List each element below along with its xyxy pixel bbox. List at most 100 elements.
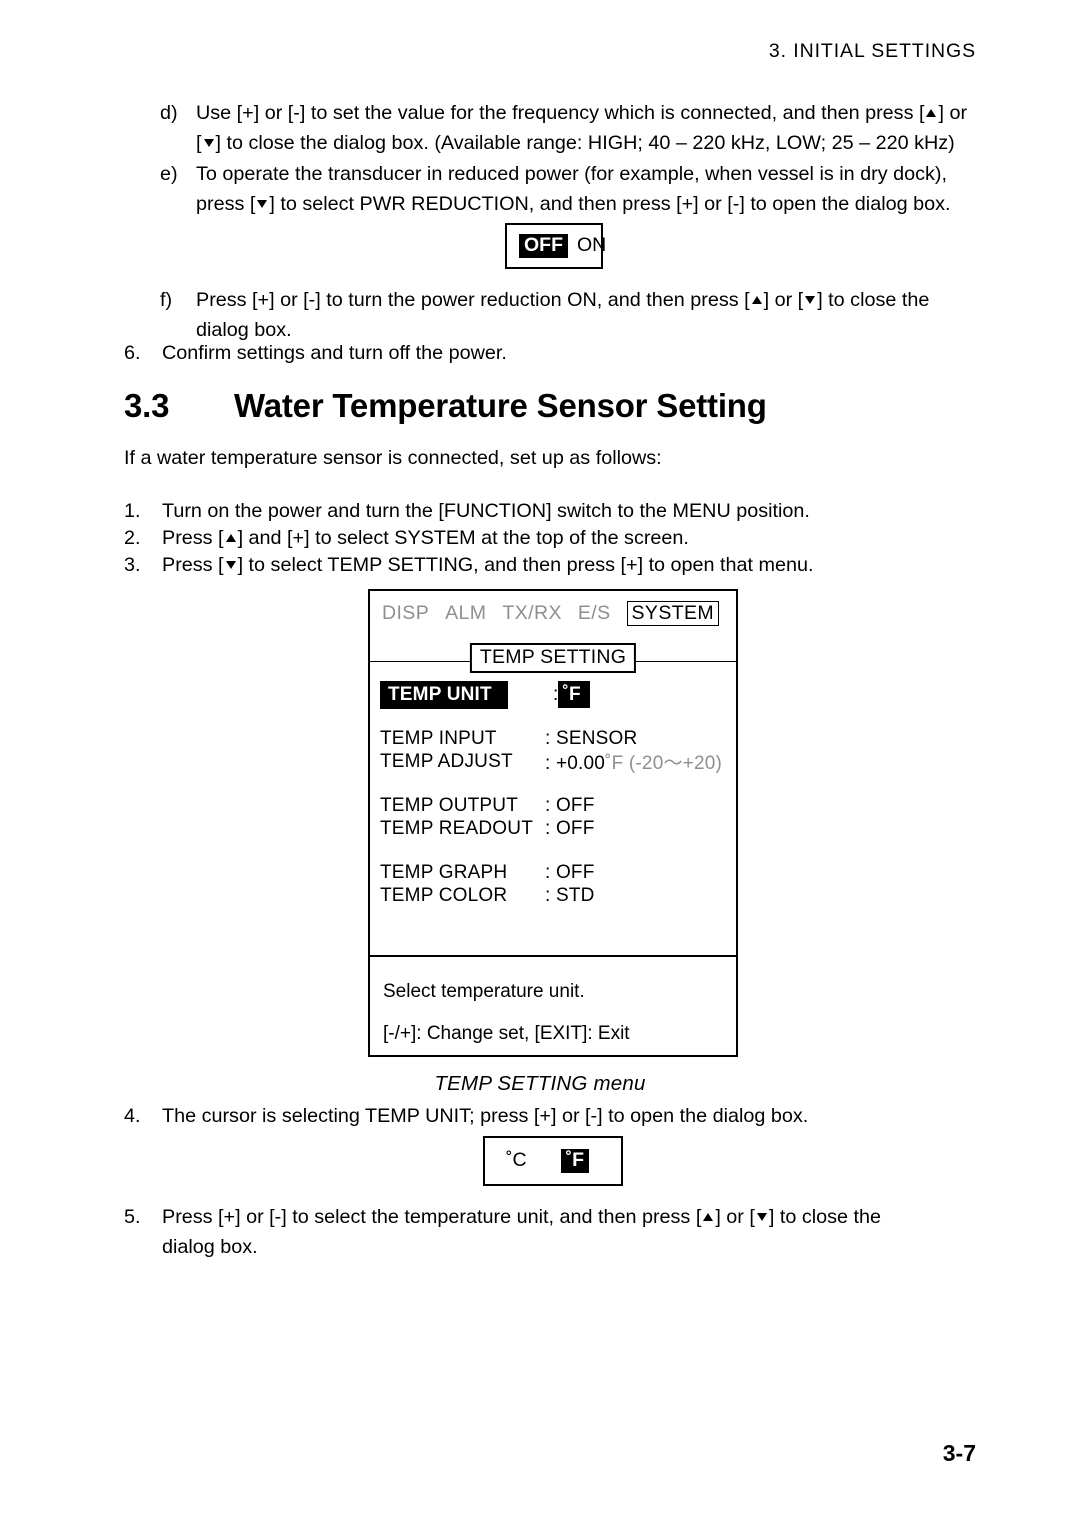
step-e-line2-a: press [	[196, 193, 256, 215]
down-arrow-key-icon	[224, 550, 238, 580]
procedure-step-2-body: Press [ ] and [+] to select SYSTEM at the…	[162, 523, 984, 553]
step-f: f) Press [+] or [-] to turn the power re…	[160, 285, 980, 345]
step-d-marker: d)	[160, 102, 178, 124]
procedure-step-4-marker: 4.	[124, 1105, 141, 1127]
procedure-step-3-marker: 3.	[124, 554, 141, 576]
up-arrow-key-icon	[701, 1202, 715, 1232]
menu-row-temp-readout-label: TEMP READOUT	[380, 817, 534, 839]
step-6-marker: 6.	[124, 342, 141, 364]
menu-row-temp-readout[interactable]: TEMP READOUT : OFF	[380, 817, 730, 840]
step-e-line2-b: ] to select PWR REDUCTION, and then pres…	[269, 193, 951, 215]
page-number: 3-7	[942, 1440, 976, 1466]
procedure-step-1-marker: 1.	[124, 500, 141, 522]
procedure-step-5-text-c: ] to close the	[768, 1206, 882, 1228]
down-arrow-key-icon	[255, 189, 269, 219]
procedure-step-5-line2: dialog box.	[162, 1236, 258, 1258]
procedure-step-3-body: Press [ ] to select TEMP SETTING, and the…	[162, 550, 984, 580]
menu-row-temp-adjust-label: TEMP ADJUST	[380, 750, 513, 772]
step-d: d) Use [+] or [-] to set the value for t…	[160, 98, 980, 158]
procedure-step-1: 1. Turn on the power and turn the [FUNCT…	[124, 496, 984, 526]
menu-row-temp-adjust-value-range: (-20～+20)	[628, 753, 723, 774]
menu-row-temp-output-value: : OFF	[545, 794, 595, 816]
menu-help-area: Select temperature unit. [-/+]: Change s…	[383, 971, 630, 1055]
step-d-body: Use [+] or [-] to set the value for the …	[196, 98, 980, 158]
step-f-line1-a: Press [+] or [-] to turn the power reduc…	[196, 289, 750, 311]
up-arrow-key-icon	[924, 98, 938, 128]
temp-unit-option-celsius[interactable]: ˚C	[506, 1151, 527, 1171]
step-f-marker: f)	[160, 289, 173, 311]
procedure-step-5-marker: 5.	[124, 1206, 141, 1228]
procedure-step-4: 4. The cursor is selecting TEMP UNIT; pr…	[124, 1101, 984, 1131]
menu-row-temp-adjust[interactable]: TEMP ADJUST : +0.00˚F (-20～+20)	[380, 748, 730, 775]
pwr-reduction-option-on[interactable]: ON	[577, 236, 606, 256]
up-arrow-key-icon	[224, 523, 238, 553]
procedure-step-2-text-a: Press [	[162, 527, 224, 549]
menu-row-temp-input-label: TEMP INPUT	[380, 727, 497, 749]
section-number: 3.3	[124, 387, 170, 424]
menu-row-temp-color-value: : STD	[545, 884, 595, 906]
tab-system[interactable]: SYSTEM	[626, 601, 720, 627]
procedure-step-5-text-a: Press [+] or [-] to select the temperatu…	[162, 1206, 702, 1228]
step-6-body: Confirm settings and turn off the power.	[162, 342, 507, 364]
step-f-line1-c: ] to close the	[817, 289, 930, 311]
section-title: Water Temperature Sensor Setting	[234, 387, 767, 424]
step-e-body: To operate the transducer in reduced pow…	[196, 159, 980, 219]
procedure-step-2-text-b: ] and [+] to select SYSTEM at the top of…	[237, 527, 689, 549]
menu-row-temp-unit-value: : ˚F	[553, 680, 730, 708]
step-f-line1-b: ] or [	[763, 289, 804, 311]
step-e-line1: To operate the transducer in reduced pow…	[196, 163, 947, 185]
step-d-line2-b: ] to close the dialog box. (Available ra…	[215, 132, 955, 154]
tab-alm[interactable]: ALM	[445, 602, 486, 625]
document-page: 3. INITIAL SETTINGS d) Use [+] or [-] to…	[0, 0, 1080, 1528]
menu-row-temp-unit-value-text: ˚F	[558, 680, 590, 708]
pwr-reduction-dialog[interactable]: OFF ON	[505, 223, 606, 269]
temp-unit-option-fahrenheit[interactable]: ˚F	[560, 1148, 589, 1174]
menu-row-temp-output[interactable]: TEMP OUTPUT : OFF	[380, 794, 730, 817]
step-d-line1-a: Use [+] or [-] to set the value for the …	[196, 102, 925, 124]
menu-footer-divider	[370, 955, 736, 957]
tab-disp[interactable]: DISP	[382, 602, 429, 625]
menu-title: TEMP SETTING	[469, 643, 637, 673]
procedure-step-2-marker: 2.	[124, 527, 141, 549]
step-d-line1-b: ] or	[938, 102, 968, 124]
procedure-step-3-text-a: Press [	[162, 554, 224, 576]
menu-row-temp-adjust-value-number: : +0.00	[545, 753, 606, 774]
procedure-step-5-body: Press [+] or [-] to select the temperatu…	[162, 1202, 984, 1262]
procedure-step-5: 5. Press [+] or [-] to select the temper…	[124, 1202, 984, 1262]
menu-row-temp-graph-label: TEMP GRAPH	[380, 861, 508, 883]
tab-es[interactable]: E/S	[578, 602, 611, 625]
menu-tab-bar: DISP ALM TX/RX E/S SYSTEM	[382, 601, 720, 627]
procedure-step-1-body: Turn on the power and turn the [FUNCTION…	[162, 500, 810, 522]
procedure-step-3-text-b: ] to select TEMP SETTING, and then press…	[237, 554, 814, 576]
tab-txrx[interactable]: TX/RX	[502, 602, 561, 625]
menu-row-temp-unit[interactable]: TEMP UNIT : ˚F	[380, 680, 730, 709]
procedure-step-2: 2. Press [ ] and [+] to select SYSTEM at …	[124, 523, 984, 553]
step-6: 6. Confirm settings and turn off the pow…	[124, 338, 984, 368]
temp-setting-menu-screen: DISP ALM TX/RX E/S SYSTEM TEMP SETTING T…	[368, 589, 738, 1057]
down-arrow-key-icon	[202, 128, 216, 158]
menu-row-temp-adjust-value: : +0.00˚F (-20～+20)	[545, 748, 730, 775]
down-arrow-key-icon	[803, 285, 817, 315]
pwr-reduction-option-off[interactable]: OFF	[519, 233, 568, 259]
menu-row-temp-input-value: : SENSOR	[545, 727, 638, 749]
section-intro: If a water temperature sensor is connect…	[124, 447, 662, 469]
step-f-body: Press [+] or [-] to turn the power reduc…	[196, 285, 980, 345]
menu-row-temp-readout-value: : OFF	[545, 817, 595, 839]
menu-row-temp-adjust-value-unit: ˚F	[605, 753, 624, 774]
menu-row-temp-input[interactable]: TEMP INPUT : SENSOR	[380, 727, 730, 750]
menu-help-line-2: [-/+]: Change set, [EXIT]: Exit	[383, 1023, 630, 1044]
menu-row-temp-color-label: TEMP COLOR	[380, 884, 508, 906]
menu-row-temp-graph[interactable]: TEMP GRAPH : OFF	[380, 861, 730, 884]
procedure-step-3: 3. Press [ ] to select TEMP SETTING, and …	[124, 550, 984, 580]
menu-row-temp-graph-value: : OFF	[545, 861, 595, 883]
menu-row-temp-output-label: TEMP OUTPUT	[380, 794, 519, 816]
running-header: 3. INITIAL SETTINGS	[768, 40, 976, 62]
procedure-step-4-body: The cursor is selecting TEMP UNIT; press…	[162, 1105, 809, 1127]
temp-unit-dialog[interactable]: ˚C ˚F	[483, 1136, 623, 1186]
step-e-marker: e)	[160, 163, 178, 185]
page-title: 3.3 Water Temperature Sensor Setting	[124, 387, 767, 425]
down-arrow-key-icon	[755, 1202, 769, 1232]
menu-row-temp-unit-label: TEMP UNIT	[380, 680, 508, 709]
menu-row-temp-color[interactable]: TEMP COLOR : STD	[380, 884, 730, 907]
up-arrow-key-icon	[750, 285, 764, 315]
